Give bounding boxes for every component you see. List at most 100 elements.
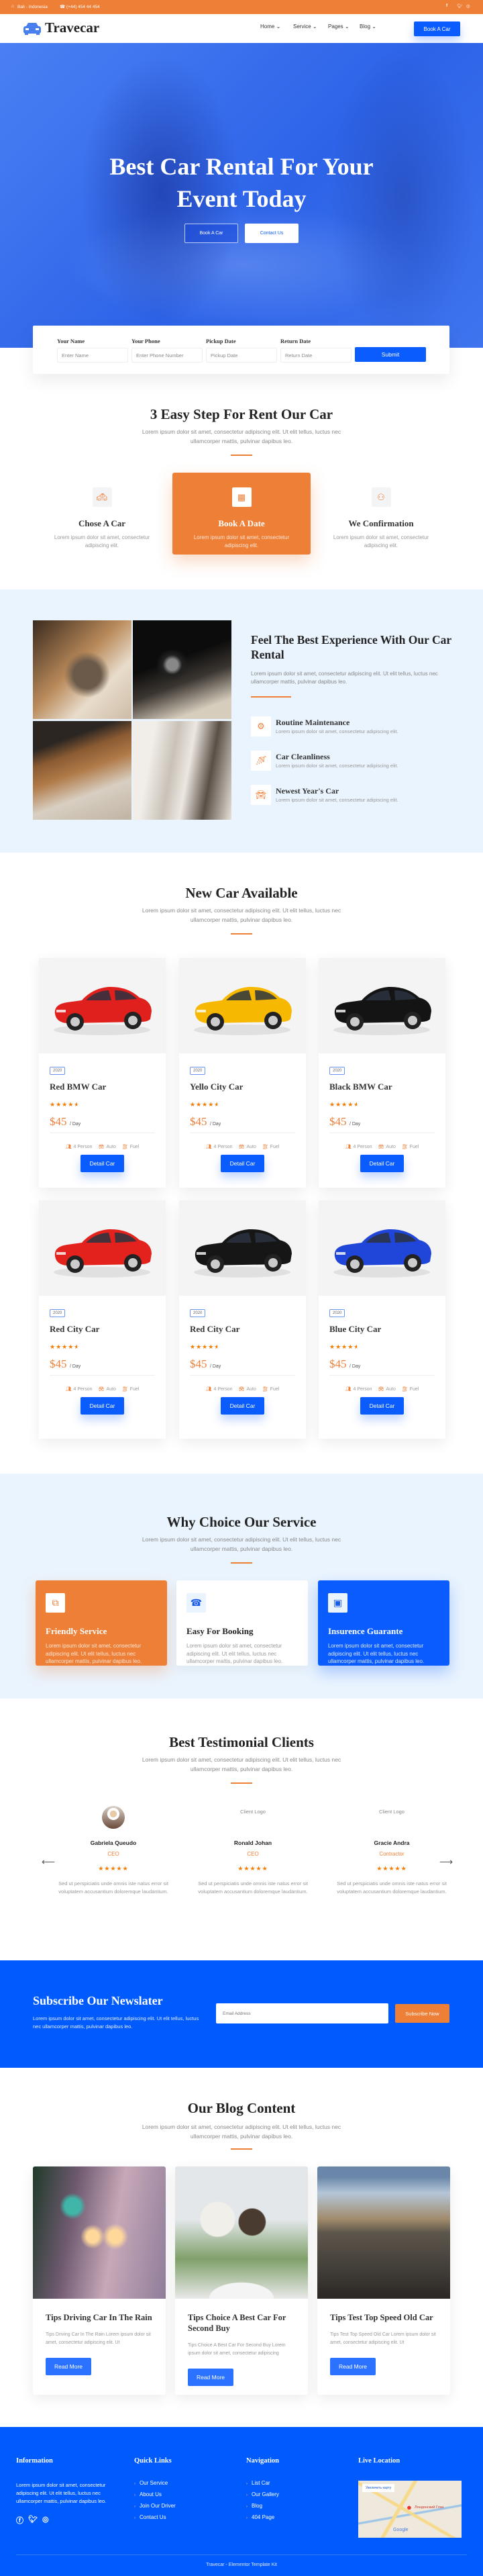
service-text: Lorem ipsum dolor sit amet, consectetur …	[328, 1643, 425, 1664]
service-card: ⧉ Friendly Service Lorem ipsum dolor sit…	[36, 1580, 167, 1666]
brand-logo[interactable]: Travecar	[45, 19, 99, 36]
detail-car-button[interactable]: Detail Car	[360, 1155, 404, 1172]
hero-title: Best Car Rental For Your Event Today	[0, 150, 483, 215]
nav-blog[interactable]: Blog ⌄	[360, 23, 376, 30]
testimonial-item: Client Logo Ronald Johan CEO ★★★★★ ★★★★★ …	[193, 1806, 313, 1896]
nav-pages[interactable]: Pages ⌄	[328, 23, 350, 30]
facebook-icon[interactable]: ⓕ	[16, 2515, 23, 2526]
transmission-spec: 🚘︎ Auto	[378, 1144, 396, 1149]
booking-input[interactable]: Enter Phone Number	[131, 348, 203, 363]
transmission-spec: 🚘︎ Auto	[99, 1386, 116, 1392]
detail-car-button[interactable]: Detail Car	[360, 1397, 404, 1415]
step-title: Chose A Car	[78, 518, 126, 528]
year-badge: 2020	[50, 1309, 66, 1317]
footer-link[interactable]: › Blog	[246, 2503, 279, 2514]
submit-button[interactable]: Submit	[355, 347, 426, 362]
car-icon: 🚘︎	[378, 1387, 384, 1392]
read-more-button[interactable]: Read More	[188, 2369, 233, 2386]
car-specs: 👥︎ 4 Person 🚘︎ Auto ⛽︎ Fuel	[329, 1386, 435, 1392]
blog-excerpt: Tips Test Top Speed Old Car Lorem ipsum …	[330, 2332, 436, 2345]
client-name: Gabriela Queudo	[90, 1840, 137, 1846]
blog-image[interactable]	[33, 2166, 166, 2299]
car-image	[179, 958, 306, 1053]
blog-post-title[interactable]: Tips Choice A Best Car For Second Buy	[188, 2312, 295, 2334]
link-label: Our Gallery	[252, 2491, 279, 2497]
blog-image[interactable]	[175, 2166, 308, 2299]
input-placeholder: Pickup Date	[211, 352, 238, 359]
service-title: Friendly Service	[46, 1626, 107, 1636]
map-provider-label: Google	[393, 2528, 409, 2532]
facebook-icon[interactable]: f	[446, 3, 447, 8]
newsletter-title: Subscribe Our Newslater	[33, 1994, 163, 2007]
map-place-label: Лондонский Глаз	[415, 2506, 444, 2510]
car-name: Red BMW Car	[50, 1082, 107, 1092]
instagram-icon[interactable]: ◎	[466, 3, 470, 9]
footer-info-text: Lorem ipsum dolor sit amet, consectetur …	[16, 2482, 107, 2504]
subscribe-button[interactable]: Subscribe Now	[395, 2004, 449, 2023]
footer-quick-title: Quick Links	[134, 2457, 172, 2465]
persons-spec: 👥︎ 4 Person	[345, 1144, 372, 1149]
email-input[interactable]	[216, 2003, 388, 2023]
car-image	[39, 1200, 166, 1296]
nav-home[interactable]: Home ⌄	[260, 23, 280, 30]
live-location-map[interactable]: Увеличить карту ● Лондонский Глаз Google	[358, 2481, 462, 2538]
spec-label: Fuel	[129, 1145, 140, 1149]
car-icon: 🚘︎	[98, 1387, 105, 1392]
nav-service[interactable]: Service ⌄	[293, 23, 317, 30]
nav-label: Blog	[360, 23, 371, 30]
footer-link[interactable]: › 404 Page	[246, 2514, 279, 2526]
step-title: We Confirmation	[348, 518, 414, 528]
feature-icon: ⚙	[251, 716, 271, 736]
section-divider	[231, 1782, 252, 1784]
chevron-right-icon: ›	[246, 2493, 248, 2497]
price-value: $45	[329, 1115, 347, 1128]
blog-post-title[interactable]: Tips Driving Car In The Rain	[46, 2312, 153, 2323]
year-badge: 2020	[190, 1309, 206, 1317]
map-enlarge-link[interactable]: Увеличить карту	[362, 2484, 395, 2492]
booking-input[interactable]: Pickup Date	[206, 348, 277, 363]
fuel-spec: ⛽︎ Fuel	[122, 1144, 140, 1149]
footer-location-title: Live Location	[358, 2457, 400, 2465]
client-role: CEO	[247, 1851, 259, 1857]
footer-link[interactable]: › Our Service	[134, 2480, 176, 2491]
car-icon: 🚘︎	[238, 1387, 245, 1392]
blog-image[interactable]	[317, 2166, 450, 2299]
twitter-icon[interactable]: 🐦︎	[457, 3, 462, 9]
feature-title: Car Cleanliness	[276, 752, 330, 761]
hero-title-line: Best Car Rental For Your	[109, 153, 374, 180]
hero-contact-button[interactable]: Contact Us	[245, 224, 299, 243]
footer-link[interactable]: › Contact Us	[134, 2514, 176, 2526]
persons-spec: 👥︎ 4 Person	[66, 1386, 93, 1392]
blog-title: Our Blog Content	[187, 2100, 296, 2116]
footer-link[interactable]: › About Us	[134, 2491, 176, 2503]
booking-input[interactable]: Return Date	[280, 348, 352, 363]
read-more-button[interactable]: Read More	[330, 2358, 376, 2375]
book-a-car-button[interactable]: Book A Car	[414, 21, 460, 36]
instagram-icon[interactable]: ◎	[42, 2515, 49, 2526]
detail-car-button[interactable]: Detail Car	[221, 1155, 264, 1172]
feature-item: 🚘︎ Newest Year's Car Lorem ipsum dolor s…	[251, 785, 452, 805]
detail-car-button[interactable]: Detail Car	[221, 1397, 264, 1415]
car-image	[39, 958, 166, 1053]
booking-input[interactable]: Enter Name	[57, 348, 128, 363]
spec-label: 4 Person	[353, 1145, 372, 1149]
car-price: $45 / Day	[329, 1357, 435, 1376]
read-more-button[interactable]: Read More	[46, 2358, 91, 2375]
spec-label: Auto	[106, 1145, 116, 1149]
car-specs: 👥︎ 4 Person 🚘︎ Auto ⛽︎ Fuel	[50, 1386, 155, 1392]
spec-label: Auto	[106, 1387, 116, 1392]
detail-car-button[interactable]: Detail Car	[80, 1155, 124, 1172]
car-icon: 🚘︎	[238, 1145, 245, 1149]
car-specs: 👥︎ 4 Person 🚘︎ Auto ⛽︎ Fuel	[50, 1144, 155, 1149]
detail-car-button[interactable]: Detail Car	[80, 1397, 124, 1415]
chevron-right-icon: ›	[134, 2516, 136, 2520]
twitter-icon[interactable]: 🐦︎	[28, 2515, 38, 2526]
footer-link[interactable]: › Our Gallery	[246, 2491, 279, 2503]
hero-book-button[interactable]: Book A Car	[184, 224, 238, 243]
footer-link[interactable]: › Join Our Driver	[134, 2503, 176, 2514]
footer-link[interactable]: › List Car	[246, 2480, 279, 2491]
testimonials-title: Best Testimonial Clients	[169, 1734, 314, 1750]
blog-post-title[interactable]: Tips Test Top Speed Old Car	[330, 2312, 437, 2323]
location-text: Bali - Indonesia	[17, 5, 48, 9]
spec-label: Auto	[386, 1145, 396, 1149]
